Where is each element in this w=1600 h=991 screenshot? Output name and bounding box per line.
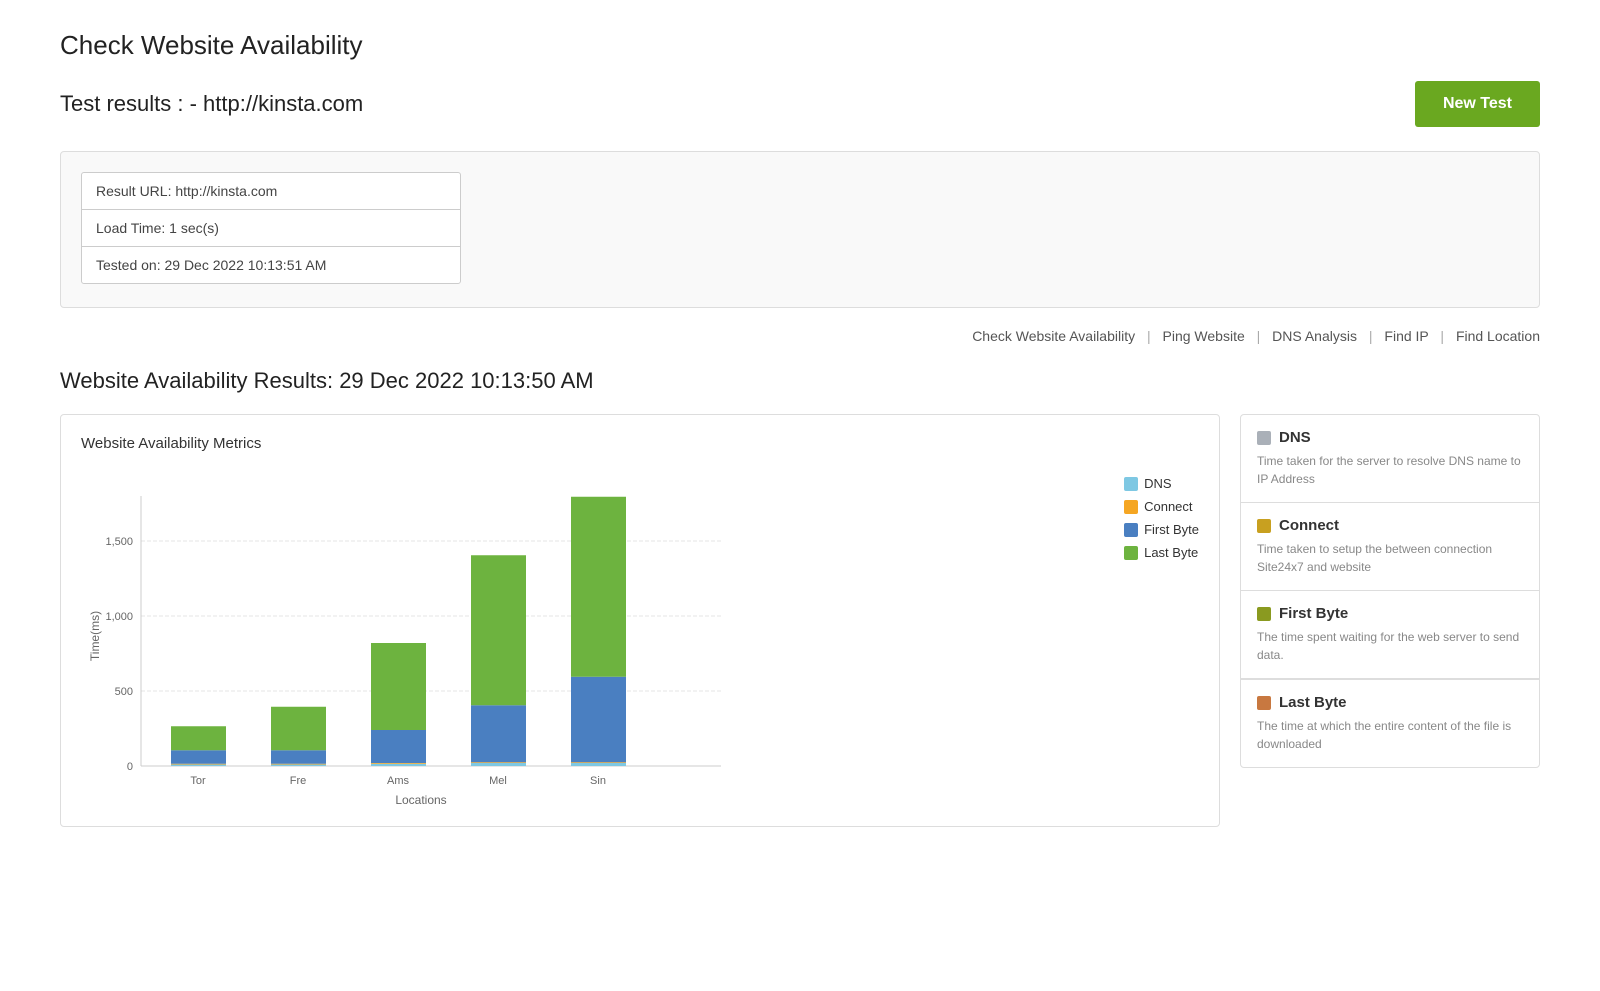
new-test-button[interactable]: New Test: [1415, 81, 1540, 127]
legend-last-byte: Last Byte: [1124, 545, 1199, 560]
tested-on-row: Tested on: 29 Dec 2022 10:13:51 AM: [82, 247, 460, 283]
legend-connect-label: Connect: [1144, 499, 1192, 514]
svg-text:Time(ms): Time(ms): [88, 611, 102, 661]
result-info-wrapper: Result URL: http://kinsta.com Load Time:…: [60, 151, 1540, 308]
metric-lastbyte-desc: The time at which the entire content of …: [1257, 717, 1523, 753]
ams-dns-bar: [371, 764, 426, 766]
tor-firstbyte-bar: [171, 750, 226, 764]
nav-find-location[interactable]: Find Location: [1456, 328, 1540, 344]
chart-legend: DNS Connect First Byte Last Byte: [1124, 466, 1199, 560]
legend-first-byte: First Byte: [1124, 522, 1199, 537]
metric-connect-color: [1257, 519, 1271, 533]
chart-area: Time(ms) 0 500 1,000: [81, 466, 1199, 806]
svg-text:Tor: Tor: [190, 775, 206, 787]
sin-lastbyte-bar: [571, 497, 626, 677]
legend-lastbyte-color: [1124, 546, 1138, 560]
svg-text:1,000: 1,000: [105, 611, 133, 623]
sin-dns-bar: [571, 763, 626, 766]
metric-firstbyte-header: First Byte: [1257, 605, 1523, 622]
svg-text:Sin: Sin: [590, 775, 606, 787]
legend-connect: Connect: [1124, 499, 1199, 514]
test-results-title: Test results : - http://kinsta.com: [60, 91, 363, 117]
metrics-panel: DNS Time taken for the server to resolve…: [1240, 414, 1540, 768]
ams-connect-bar: [371, 763, 426, 764]
page-title: Check Website Availability: [60, 30, 1540, 61]
svg-text:0: 0: [127, 761, 133, 773]
fre-lastbyte-bar: [271, 707, 326, 751]
nav-sep-2: |: [1257, 328, 1261, 344]
availability-title: Website Availability Results: 29 Dec 202…: [60, 368, 1540, 394]
sin-firstbyte-bar: [571, 677, 626, 763]
legend-lastbyte-label: Last Byte: [1144, 545, 1198, 560]
metric-firstbyte-desc: The time spent waiting for the web serve…: [1257, 628, 1523, 664]
metric-dns-card: DNS Time taken for the server to resolve…: [1240, 414, 1540, 503]
nav-sep-4: |: [1440, 328, 1444, 344]
fre-firstbyte-bar: [271, 750, 326, 764]
nav-ping-website[interactable]: Ping Website: [1163, 328, 1245, 344]
mel-connect-bar: [471, 762, 526, 763]
metric-firstbyte-card: First Byte The time spent waiting for th…: [1240, 591, 1540, 679]
tor-connect-bar: [171, 764, 226, 765]
mel-lastbyte-bar: [471, 555, 526, 705]
nav-dns-analysis[interactable]: DNS Analysis: [1272, 328, 1357, 344]
legend-dns: DNS: [1124, 476, 1199, 491]
chart-title: Website Availability Metrics: [81, 435, 1199, 452]
svg-text:Locations: Locations: [395, 793, 446, 806]
bar-chart-svg: Time(ms) 0 500 1,000: [81, 466, 761, 806]
metric-dns-header: DNS: [1257, 429, 1523, 446]
tor-dns-bar: [171, 765, 226, 767]
fre-dns-bar: [271, 765, 326, 767]
metric-lastbyte-label: Last Byte: [1279, 694, 1347, 711]
metric-lastbyte-header: Last Byte: [1257, 694, 1523, 711]
metric-lastbyte-color: [1257, 696, 1271, 710]
ams-lastbyte-bar: [371, 643, 426, 730]
nav-sep-3: |: [1369, 328, 1373, 344]
legend-firstbyte-label: First Byte: [1144, 522, 1199, 537]
fre-connect-bar: [271, 764, 326, 765]
metric-firstbyte-color: [1257, 607, 1271, 621]
chart-section: Website Availability Metrics Time(ms): [60, 414, 1540, 827]
svg-text:Ams: Ams: [387, 775, 410, 787]
chart-graph: Time(ms) 0 500 1,000: [81, 466, 1108, 806]
mel-dns-bar: [471, 763, 526, 766]
sin-connect-bar: [571, 762, 626, 763]
ams-firstbyte-bar: [371, 730, 426, 763]
metric-lastbyte-card: Last Byte The time at which the entire c…: [1240, 679, 1540, 768]
nav-check-availability[interactable]: Check Website Availability: [972, 328, 1135, 344]
metric-connect-label: Connect: [1279, 517, 1339, 534]
metric-connect-header: Connect: [1257, 517, 1523, 534]
legend-firstbyte-color: [1124, 523, 1138, 537]
metric-connect-card: Connect Time taken to setup the between …: [1240, 503, 1540, 591]
legend-dns-label: DNS: [1144, 476, 1171, 491]
svg-text:Mel: Mel: [489, 775, 507, 787]
legend-connect-color: [1124, 500, 1138, 514]
metric-dns-label: DNS: [1279, 429, 1311, 446]
svg-text:1,500: 1,500: [105, 536, 133, 548]
legend-dns-color: [1124, 477, 1138, 491]
nav-find-ip[interactable]: Find IP: [1384, 328, 1428, 344]
nav-sep-1: |: [1147, 328, 1151, 344]
metric-firstbyte-label: First Byte: [1279, 605, 1348, 622]
svg-text:500: 500: [115, 686, 133, 698]
test-results-header: Test results : - http://kinsta.com New T…: [60, 81, 1540, 127]
mel-firstbyte-bar: [471, 705, 526, 762]
nav-links: Check Website Availability | Ping Websit…: [60, 328, 1540, 344]
result-url-row: Result URL: http://kinsta.com: [82, 173, 460, 210]
chart-container: Website Availability Metrics Time(ms): [60, 414, 1220, 827]
result-info-table: Result URL: http://kinsta.com Load Time:…: [81, 172, 461, 284]
metric-dns-color: [1257, 431, 1271, 445]
metric-connect-desc: Time taken to setup the between connecti…: [1257, 540, 1523, 576]
metric-dns-desc: Time taken for the server to resolve DNS…: [1257, 452, 1523, 488]
load-time-row: Load Time: 1 sec(s): [82, 210, 460, 247]
tor-lastbyte-bar: [171, 726, 226, 750]
svg-text:Fre: Fre: [290, 775, 307, 787]
